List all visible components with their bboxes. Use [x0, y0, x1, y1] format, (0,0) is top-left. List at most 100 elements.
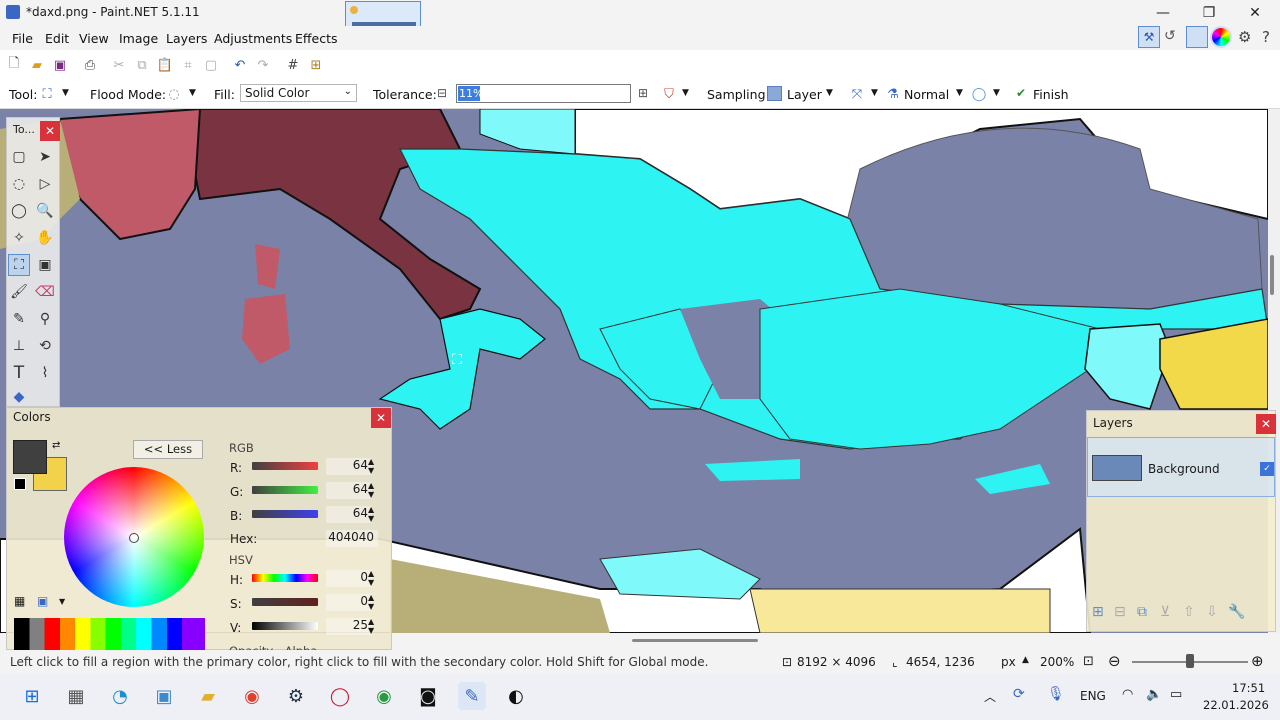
s-value[interactable]: 0 [326, 594, 372, 611]
finish-button[interactable]: Finish [1033, 87, 1069, 102]
b-value[interactable]: 64 [326, 506, 372, 523]
cut-icon[interactable]: ✂ [110, 56, 128, 74]
zoom-out-icon[interactable]: ⊖ [1108, 652, 1121, 670]
new-file-icon[interactable]: 🗋 [5, 56, 23, 74]
menu-effects[interactable]: Effects [295, 31, 338, 46]
antialiasing-shape-icon[interactable]: ◯ [970, 85, 988, 103]
r-slider[interactable] [252, 462, 318, 470]
save-icon[interactable]: ▣ [51, 56, 69, 74]
s-spinner-icon[interactable]: ▲ ▼ [368, 593, 374, 611]
b-slider[interactable] [252, 510, 318, 518]
palette-add-icon[interactable]: ▦ [14, 594, 25, 608]
chrome-profile-icon[interactable]: ◉ [370, 682, 398, 710]
menu-adjustments[interactable]: Adjustments [214, 31, 292, 46]
menu-edit[interactable]: Edit [45, 31, 69, 46]
layer-properties-icon[interactable]: 🔧 [1228, 604, 1245, 620]
blend-mode-icon[interactable]: ⚗ [884, 85, 902, 103]
recolor-icon[interactable]: ⟲ [34, 335, 56, 357]
menu-layers[interactable]: Layers [166, 31, 207, 46]
tolerance-slider[interactable]: 11% [456, 84, 631, 103]
selection-mode-icon[interactable]: ⤧ [848, 85, 866, 103]
microphone-icon[interactable]: 🎙 [1047, 686, 1065, 702]
windows-start-icon[interactable]: ⊞ [18, 682, 46, 710]
selection-mode-arrow-icon[interactable]: ▼ [871, 88, 878, 98]
palette-arrow-icon[interactable]: ▼ [59, 597, 65, 606]
ruler-icon[interactable]: ⊞ [307, 56, 325, 74]
v-spinner-icon[interactable]: ▲ ▼ [368, 617, 374, 635]
vertical-scrollbar-thumb[interactable] [1270, 255, 1274, 295]
eraser-icon[interactable]: ⌫ [34, 281, 56, 303]
open-folder-icon[interactable]: ▰ [28, 56, 46, 74]
flood-mode-arrow-icon[interactable]: ▼ [189, 88, 196, 98]
r-value[interactable]: 64 [326, 458, 372, 475]
steam-icon[interactable]: ⚙ [282, 682, 310, 710]
tray-overflow-icon[interactable]: ︿ [984, 688, 996, 705]
zoom-fit-icon[interactable]: ⊡ [1083, 654, 1094, 669]
tolerance-minus-icon[interactable]: ⊟ [437, 86, 447, 100]
tools-panel-close-button[interactable]: ✕ [40, 121, 60, 141]
menu-file[interactable]: File [12, 31, 33, 46]
colors-panel-close-button[interactable]: ✕ [371, 408, 391, 428]
deselect-icon[interactable]: ▢ [202, 56, 220, 74]
unit-arrow-icon[interactable]: ▲ [1022, 655, 1029, 665]
zoom-slider-thumb[interactable] [1186, 654, 1194, 668]
layers-toggle-icon[interactable] [1186, 26, 1208, 48]
magic-wand-icon[interactable]: ✧ [8, 227, 30, 249]
s-slider[interactable] [252, 598, 318, 606]
sampling-arrow-icon[interactable]: ▼ [826, 88, 833, 98]
print-icon[interactable]: ⎙ [81, 56, 99, 74]
photos-icon[interactable]: ▣ [150, 682, 178, 710]
move-layer-up-icon[interactable]: ⇧ [1183, 604, 1195, 620]
layer-visibility-checkbox[interactable]: ✓ [1260, 462, 1274, 476]
v-slider[interactable] [252, 622, 318, 630]
color-palette[interactable] [14, 618, 205, 650]
h-slider[interactable] [252, 574, 318, 582]
g-spinner-icon[interactable]: ▲ ▼ [368, 481, 374, 499]
tolerance-plus-icon[interactable]: ⊞ [638, 86, 648, 100]
color-picker-icon[interactable]: ⚲ [34, 308, 56, 330]
ellipse-select-icon[interactable]: ◯ [8, 200, 30, 222]
battery-icon[interactable]: ▭ [1170, 687, 1182, 702]
b-spinner-icon[interactable]: ▲ ▼ [368, 505, 374, 523]
copy-icon[interactable]: ⧉ [133, 56, 151, 74]
zoom-value[interactable]: 200% [1040, 655, 1074, 669]
text-icon[interactable]: T [8, 362, 30, 384]
layers-panel-close-button[interactable]: ✕ [1256, 414, 1276, 434]
redo-icon[interactable]: ↷ [254, 56, 272, 74]
antialias-arrow-icon[interactable]: ▼ [682, 88, 689, 98]
edge-browser-icon[interactable]: ◔ [106, 682, 134, 710]
shapes-icon[interactable]: ◆ [8, 386, 30, 408]
g-value[interactable]: 64 [326, 482, 372, 499]
capcut-icon[interactable]: ◙ [414, 682, 442, 710]
line-curve-icon[interactable]: ⌇ [34, 362, 56, 384]
pencil-icon[interactable]: ✎ [8, 308, 30, 330]
r-spinner-icon[interactable]: ▲ ▼ [368, 457, 374, 475]
layer-sampling-icon[interactable] [767, 86, 782, 101]
color-wheel-marker[interactable] [129, 533, 139, 543]
zoom-icon[interactable]: 🔍 [34, 200, 56, 222]
h-spinner-icon[interactable]: ▲ ▼ [368, 569, 374, 587]
crop-icon[interactable]: ⌗ [179, 56, 197, 74]
duplicate-layer-icon[interactable]: ⧉ [1137, 604, 1147, 620]
fill-select[interactable]: Solid Color ⌄ [240, 84, 357, 102]
gear-icon[interactable]: ⚙ [1238, 28, 1251, 46]
antialias-icon[interactable]: ⛉ [660, 85, 678, 103]
chrome-icon[interactable]: ◉ [238, 682, 266, 710]
grid-icon[interactable]: # [284, 56, 302, 74]
lasso-select-icon[interactable]: ◌ [8, 173, 30, 195]
gradient-icon[interactable]: ▣ [34, 254, 56, 276]
undo-icon[interactable]: ↶ [231, 56, 249, 74]
sync-icon[interactable]: ⟳ [1013, 686, 1025, 702]
sampling-value[interactable]: Layer [787, 87, 822, 102]
pan-hand-icon[interactable]: ✋ [34, 227, 56, 249]
tools-toggle-icon[interactable]: ⚒ [1138, 26, 1160, 48]
colors-toggle-icon[interactable] [1210, 26, 1232, 48]
blend-mode-value[interactable]: Normal [904, 87, 949, 102]
wifi-icon[interactable]: ◠ [1122, 687, 1133, 702]
blend-mode-arrow-icon[interactable]: ▼ [956, 88, 963, 98]
clone-stamp-icon[interactable]: ⊥ [8, 335, 30, 357]
primary-color-swatch[interactable] [13, 440, 47, 474]
maximize-button[interactable]: ❐ [1186, 0, 1232, 26]
paintbrush-icon[interactable]: 🖌 [8, 281, 30, 303]
zoom-in-icon[interactable]: ⊕ [1251, 652, 1264, 670]
